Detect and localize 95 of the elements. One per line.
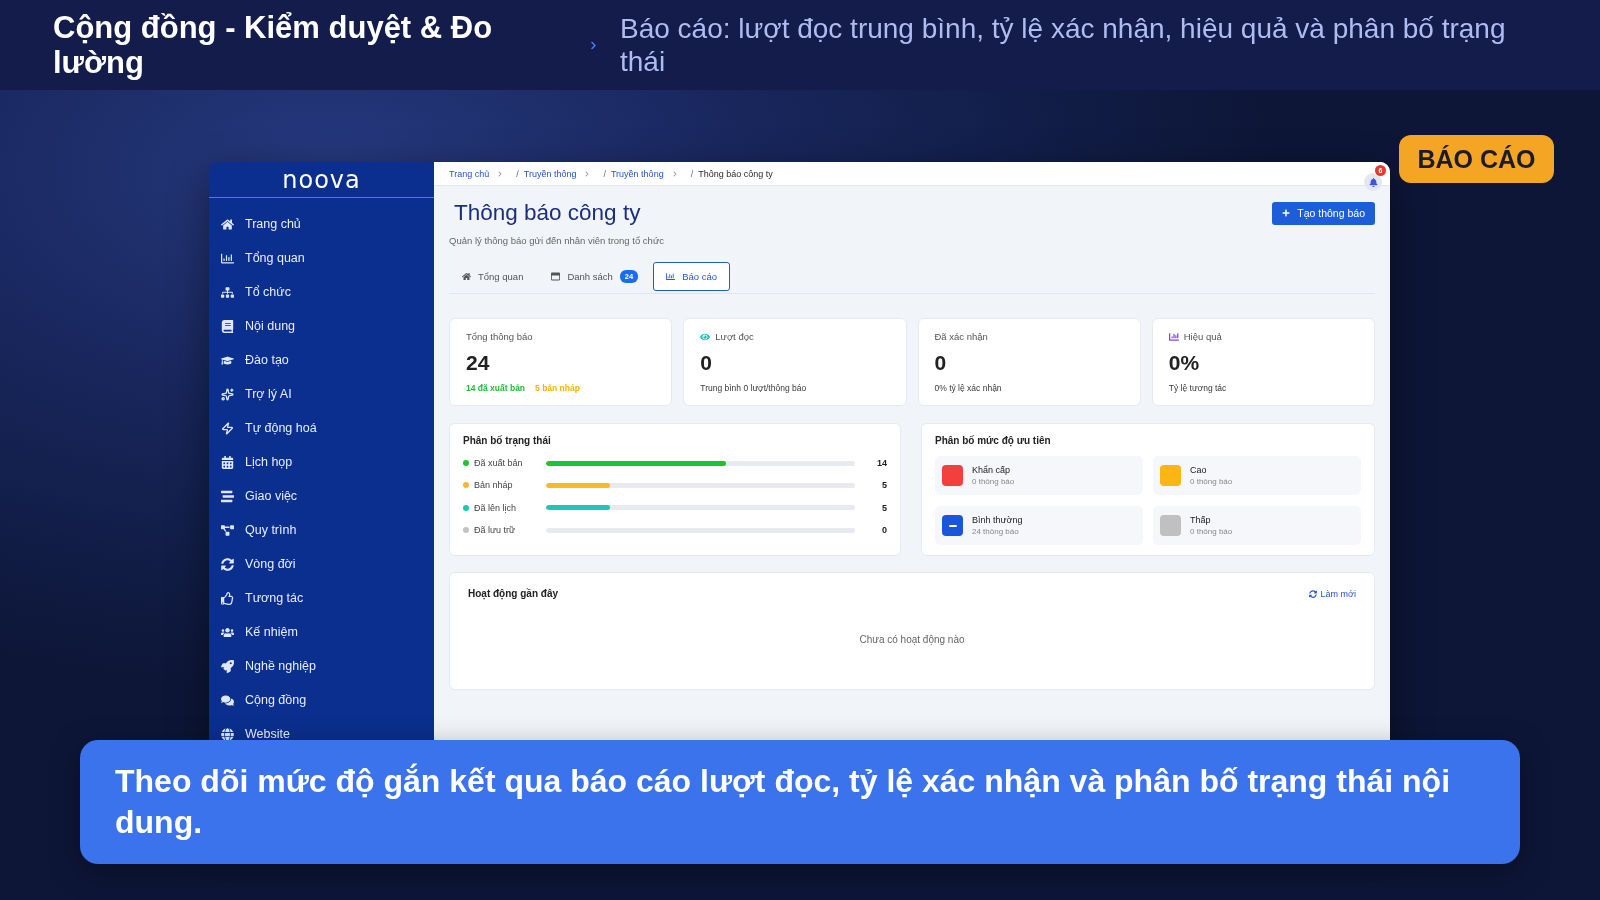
page-title: Thông báo công ty <box>454 200 641 226</box>
status-count: 5 <box>882 480 887 491</box>
calendar-icon <box>221 455 234 469</box>
chevron-right-icon <box>671 170 678 177</box>
section-label: BÁO CÁO <box>1399 135 1554 183</box>
priority-count: 0 thông báo <box>972 476 1015 487</box>
chat-icon <box>221 693 234 707</box>
breadcrumb-separator: / <box>690 168 694 179</box>
stat-label: Đã xác nhận <box>934 331 988 343</box>
breadcrumb-item[interactable]: Thông báo công ty <box>698 168 773 179</box>
sidebar-item[interactable]: Trang chủ <box>221 214 301 234</box>
users-icon <box>221 625 234 639</box>
refresh-icon <box>1308 590 1317 598</box>
status-label: Đã lưu trữ <box>474 525 517 536</box>
sidebar-item[interactable]: Website <box>221 724 290 744</box>
stat-note: 14 đã xuất bản <box>466 383 526 393</box>
status-label: Đã lên lịch <box>474 502 518 513</box>
bar-chart-icon <box>221 251 234 265</box>
thumbs-up-icon <box>221 591 234 605</box>
sidebar-item[interactable]: Tổng quan <box>221 248 305 268</box>
sidebar-item[interactable]: Nghề nghiệp <box>221 656 316 676</box>
stat-value: 0% <box>1168 351 1200 375</box>
sidebar-item[interactable]: Kế nhiệm <box>221 622 298 642</box>
sidebar-item[interactable]: Tổ chức <box>221 282 291 302</box>
sidebar-item[interactable]: Trợ lý AI <box>221 384 292 404</box>
sidebar-item[interactable]: Giao việc <box>221 486 298 506</box>
rocket-icon <box>221 659 234 673</box>
tab[interactable]: Báo cáo <box>653 262 731 291</box>
slide-subtitle: Báo cáo: lượt đọc trung bình, tỷ lệ xác nhận, hiệu quả và phân bố trạng thái <box>620 12 1507 78</box>
stat-value: 24 <box>466 351 490 375</box>
sidebar-item[interactable]: Nội dung <box>221 316 296 336</box>
stat-value: 0 <box>934 351 947 375</box>
status-label: Bản nháp <box>474 480 514 491</box>
sparkle-icon <box>221 387 234 401</box>
logo: noova <box>282 167 361 192</box>
status-count: 14 <box>877 458 887 469</box>
breadcrumb-separator: / <box>603 168 606 179</box>
create-button[interactable]: Tạo thông báo <box>1272 201 1375 225</box>
card-title: Phân bố mức độ ưu tiên <box>935 434 1051 448</box>
stat-note: Tỷ lệ tương tác <box>1168 383 1227 393</box>
stat-label: Tổng thông báo <box>466 331 533 343</box>
chevron-right-icon <box>584 170 591 177</box>
book-icon <box>221 319 234 333</box>
sidebar-item[interactable]: Đào tạo <box>221 350 289 370</box>
stat-note: Trung bình 0 lượt/thông báo <box>700 383 807 393</box>
slide-title: Cộng đồng - Kiểm duyệt & Đo lường <box>53 10 494 80</box>
breadcrumb-link[interactable]: Trang chủ <box>449 168 490 179</box>
status-count: 0 <box>882 525 887 536</box>
globe-icon <box>221 727 234 741</box>
chevron-right-icon <box>589 40 598 50</box>
priority-count: 24 thông báo <box>972 526 1019 537</box>
stat-note: 0% tỷ lệ xác nhận <box>934 383 1002 393</box>
bar-chart-icon <box>666 272 676 281</box>
lightning-icon <box>221 421 234 435</box>
priority-name: Cao <box>1190 464 1207 476</box>
empty-state-text: Chưa có hoạt động nào <box>859 634 965 645</box>
breadcrumb-separator: / <box>516 168 519 179</box>
diagram-icon <box>221 523 234 537</box>
priority-name: Khẩn cấp <box>972 464 1011 476</box>
bell-icon <box>1368 177 1378 187</box>
card-title: Phân bố trạng thái <box>463 434 551 448</box>
stat-value: 0 <box>700 351 712 375</box>
priority-name: Bình thường <box>972 514 1023 526</box>
sidebar-item[interactable]: Tương tác <box>221 588 304 608</box>
window-icon <box>551 272 561 281</box>
breadcrumb-link[interactable]: Truyền thông <box>610 168 664 179</box>
priority-count: 0 thông báo <box>1190 526 1233 537</box>
status-count: 5 <box>882 502 887 513</box>
sidebar-item[interactable]: Vòng đời <box>221 554 296 574</box>
list-icon <box>221 489 234 503</box>
plus-icon <box>1282 209 1291 217</box>
priority-count: 0 thông báo <box>1190 476 1233 487</box>
home-icon <box>221 217 234 231</box>
sitemap-icon <box>221 285 234 299</box>
bar-chart-icon <box>1168 332 1179 342</box>
status-label: Đã xuất bản <box>474 458 524 469</box>
stat-note: 5 bản nháp <box>535 383 580 393</box>
notifications-button[interactable] <box>1364 173 1382 191</box>
sidebar-item[interactable]: Lịch họp <box>221 452 293 472</box>
sidebar-item[interactable]: Quy trình <box>221 520 297 540</box>
sidebar-item[interactable]: Cộng đồng <box>221 690 307 710</box>
home-icon <box>462 272 471 281</box>
refresh-link[interactable]: Làm mới <box>1308 589 1356 599</box>
chevron-right-icon <box>497 170 504 177</box>
card-title: Hoạt động gần đây <box>468 587 558 601</box>
priority-name: Thấp <box>1190 514 1211 526</box>
stat-label: Hiệu quả <box>1183 331 1222 343</box>
refresh-icon <box>221 557 234 571</box>
tab[interactable]: Tổng quan <box>449 262 537 291</box>
caption-text: Theo dõi mức độ gắn kết qua báo cáo lượt đọc, tỷ lệ xác nhận và phân bố trạng thái nội dung. <box>115 762 1452 842</box>
stat-label: Lượt đọc <box>715 331 754 343</box>
eye-icon <box>700 332 711 342</box>
page-subtitle: Quản lý thông báo gửi đến nhân viên trong tổ chức <box>449 234 664 248</box>
breadcrumb-link[interactable]: Truyền thông <box>523 168 577 179</box>
sidebar-item[interactable]: Tự động hoá <box>221 418 317 438</box>
